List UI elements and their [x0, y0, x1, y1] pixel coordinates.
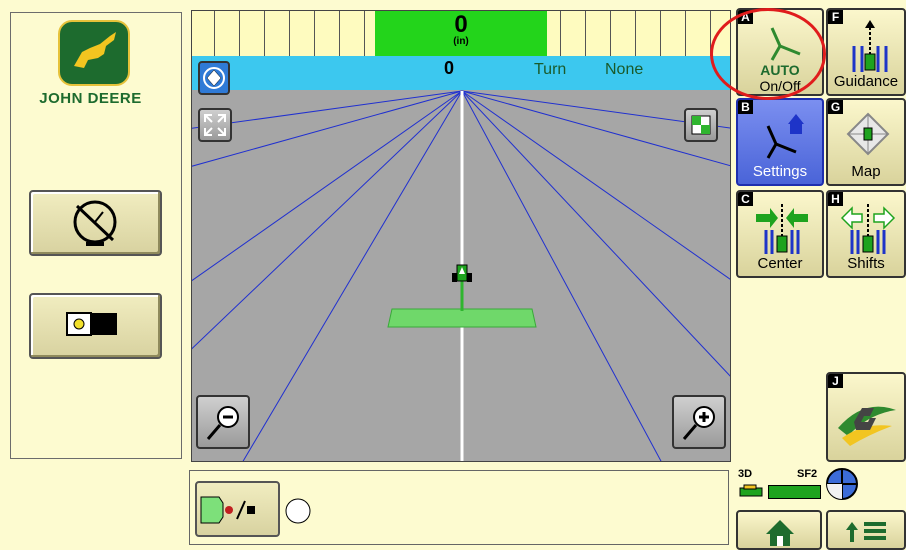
softkey-label: J — [828, 374, 843, 388]
john-deere-logo — [58, 20, 130, 86]
offset-value: 0 — [454, 11, 468, 38]
shifts-icon — [840, 204, 896, 254]
signal-strength-bar — [768, 485, 821, 499]
settings-label: Settings — [752, 163, 808, 180]
day-night-button[interactable] — [29, 293, 162, 359]
gps-globe-icon[interactable] — [825, 467, 859, 501]
home-button[interactable] — [736, 510, 822, 550]
settings-icon — [766, 114, 804, 159]
fullscreen-button[interactable] — [198, 108, 232, 142]
settings-button[interactable]: B Settings — [736, 98, 824, 186]
menu-button[interactable] — [826, 510, 906, 550]
correction-label: SF2 — [797, 468, 818, 480]
map-label: Map — [851, 163, 881, 180]
speedometer-off-icon — [73, 200, 117, 246]
home-icon — [766, 520, 794, 546]
rotate-icon — [203, 67, 225, 89]
auto-highlight-circle — [710, 8, 826, 100]
layer-icon — [691, 115, 711, 135]
shifts-label: Shifts — [847, 255, 885, 272]
section-control-panel — [189, 470, 729, 545]
guidance-label: Guidance — [833, 73, 899, 90]
zoom-in-button[interactable] — [672, 395, 726, 449]
center-label: Center — [757, 255, 803, 272]
rotate-view-button[interactable] — [198, 61, 230, 95]
map-button[interactable]: G Map — [826, 98, 906, 186]
softkey-label: B — [738, 100, 753, 114]
turn-label: Turn — [534, 61, 567, 78]
gs2-button[interactable]: J — [826, 372, 906, 462]
softkey-label: F — [828, 10, 843, 24]
shifts-button[interactable]: H Shifts — [826, 190, 906, 278]
softkey-label: C — [738, 192, 753, 206]
record-button[interactable] — [195, 481, 280, 537]
gps-mode-label: 3D — [738, 468, 753, 480]
map-icon — [846, 112, 890, 156]
center-icon — [756, 204, 808, 254]
tractor-icon — [452, 264, 472, 282]
record-icon — [200, 496, 255, 524]
softkey-label: G — [828, 100, 843, 114]
expand-icon — [204, 114, 226, 136]
guidance-button[interactable]: F Guidance — [826, 8, 906, 96]
zoom-out-button[interactable] — [196, 395, 250, 449]
offset-display: 0 (in) — [375, 11, 547, 56]
map-layer-button[interactable] — [684, 108, 718, 142]
receiver-icon — [739, 484, 763, 497]
menu-icon — [846, 522, 886, 542]
zoom-out-icon — [206, 406, 239, 440]
coverage-indicator-icon — [285, 498, 311, 524]
speed-off-button[interactable] — [29, 190, 162, 256]
offset-unit: (in) — [453, 36, 469, 47]
turn-value: None — [605, 61, 644, 78]
guidance-map[interactable]: 0 (in) 0 Turn None — [191, 10, 731, 462]
guidance-icon — [852, 20, 888, 72]
track-number: 0 — [444, 58, 455, 78]
info-bar: 0 Turn None — [192, 56, 730, 90]
day-night-icon — [66, 312, 117, 336]
zoom-in-icon — [682, 406, 715, 440]
gs2-icon — [838, 406, 896, 446]
center-button[interactable]: C Center — [736, 190, 824, 278]
brand-name: JOHN DEERE — [39, 90, 142, 107]
